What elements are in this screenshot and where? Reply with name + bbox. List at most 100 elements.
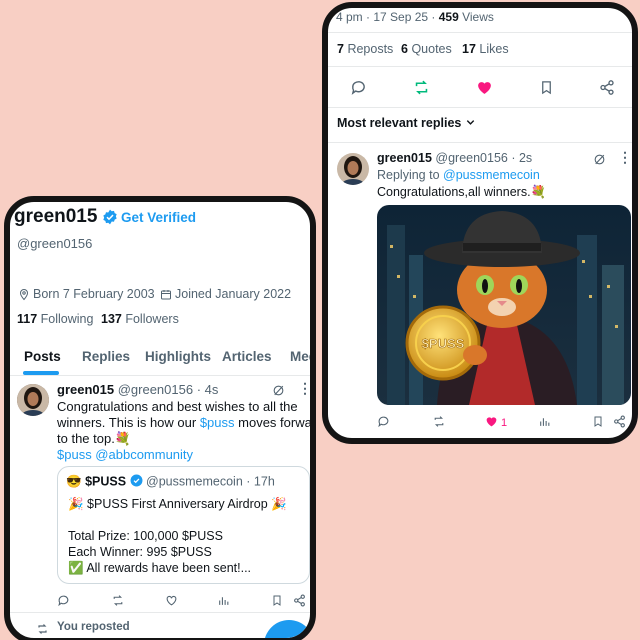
views-button[interactable] — [217, 594, 230, 610]
post-text: Congratulations and best wishes to all t… — [57, 399, 316, 463]
quoted-text-line: 🎉 $PUSS First Anniversary Airdrop 🎉 — [68, 497, 287, 511]
post-text-line: Congratulations and best wishes to all t… — [57, 399, 298, 414]
reposts-count: 7 — [337, 42, 344, 56]
actions-divider — [328, 107, 632, 108]
left-phone-screen: green015 Get Verified @green0156 Born 7 … — [4, 196, 316, 640]
tab-posts[interactable]: Posts — [24, 349, 61, 364]
repost-icon[interactable] — [432, 415, 446, 433]
reply-header: green015 @green0156 · 2s — [377, 151, 532, 165]
sort-label: Most relevant replies — [337, 116, 462, 130]
reply-icon[interactable] — [350, 79, 367, 101]
post-author-handle[interactable]: @green0156 — [118, 382, 193, 397]
share-button[interactable] — [293, 594, 306, 610]
heart-icon — [485, 415, 498, 431]
quotes-stat[interactable]: 6 Quotes — [401, 42, 452, 56]
get-verified-link[interactable]: Get Verified — [121, 210, 196, 225]
post-text-fragment: moves forward — [234, 415, 316, 430]
post-text-line: winners. This is how our $puss moves for… — [57, 415, 316, 431]
analytics-icon[interactable] — [538, 415, 551, 433]
location-pin-icon — [18, 288, 30, 306]
quoted-avatar-icon: 😎 — [66, 474, 82, 489]
reply-time: · 2s — [511, 151, 533, 165]
post-text-line: to the top.💐 — [57, 431, 132, 446]
likes-label: Likes — [479, 42, 509, 56]
quoted-text-line: ✅ All rewards have been sent!... — [68, 561, 252, 575]
post-timestamp: 4 pm · 17 Sep 25 · — [336, 10, 439, 24]
post-header: green015 @green0156 · 4s — [57, 382, 218, 397]
quotes-count: 6 — [401, 42, 408, 56]
reply-author-handle[interactable]: @green0156 — [435, 151, 507, 165]
reply-icon — [57, 594, 70, 610]
you-reposted-label: You reposted — [57, 621, 130, 633]
followers-link[interactable]: 137 Followers — [101, 312, 179, 326]
quoted-post[interactable]: 😎 $PUSS @pussmemecoin · 17h 🎉 $PUSS Firs… — [57, 466, 310, 584]
like-count: 1 — [501, 417, 508, 429]
likes-count: 17 — [462, 42, 476, 56]
bookmark-icon[interactable] — [539, 79, 554, 101]
bookmark-button[interactable] — [271, 594, 283, 610]
post-author-name[interactable]: green015 — [57, 382, 114, 397]
views-count: 459 — [438, 10, 459, 24]
reposts-stat[interactable]: 7 Reposts — [337, 42, 393, 56]
repost-icon[interactable] — [412, 79, 431, 101]
post-text-fragment: winners. This is how our — [57, 415, 200, 430]
heart-icon — [165, 594, 178, 610]
analytics-icon — [217, 594, 230, 610]
calendar-icon — [160, 288, 172, 306]
compose-fab-button[interactable] — [264, 620, 310, 638]
share-icon[interactable] — [599, 79, 615, 101]
reply-button[interactable] — [57, 594, 70, 610]
cashtag-link[interactable]: $puss — [200, 415, 235, 430]
tabs-divider — [10, 375, 310, 376]
share-icon[interactable] — [613, 415, 626, 433]
replying-to-label: Replying to — [377, 168, 444, 182]
post-divider — [10, 612, 310, 613]
verified-badge-icon — [130, 474, 143, 490]
following-link[interactable]: 117 Following — [17, 312, 93, 326]
repost-button[interactable] — [111, 594, 125, 610]
quoted-post-header: 😎 $PUSS @pussmemecoin · 17h — [66, 474, 275, 490]
views-label: Views — [458, 10, 494, 24]
bookmark-icon[interactable] — [592, 415, 604, 433]
quoted-author-handle: @pussmemecoin — [146, 474, 243, 489]
heart-icon[interactable] — [476, 79, 493, 101]
reply-image[interactable]: $PUSS — [377, 205, 631, 405]
born-date: Born 7 February 2003 — [33, 287, 155, 301]
avatar[interactable] — [17, 384, 49, 416]
reply-icon[interactable] — [377, 415, 390, 433]
like-button[interactable] — [165, 594, 178, 610]
post-tags-link[interactable]: $puss @abbcommunity — [57, 447, 310, 463]
sort-divider — [328, 142, 632, 143]
grok-icon[interactable] — [593, 153, 606, 171]
tab-replies[interactable]: Replies — [82, 349, 130, 364]
profile-handle: @green0156 — [17, 236, 93, 251]
followers-label: Followers — [125, 312, 179, 326]
tab-articles[interactable]: Articles — [222, 349, 272, 364]
tab-media[interactable]: Med — [290, 349, 310, 364]
replying-to-handle-link[interactable]: @pussmemecoin — [443, 168, 540, 182]
profile-name: green015 — [14, 206, 98, 227]
tab-highlights[interactable]: Highlights — [145, 349, 211, 364]
coin-label: $PUSS — [422, 336, 465, 351]
chevron-down-icon — [465, 117, 476, 131]
more-options-icon[interactable]: ⋮ — [618, 149, 632, 166]
replying-to: Replying to @pussmemecoin — [377, 168, 540, 182]
repost-indicator-icon — [36, 622, 49, 638]
avatar[interactable] — [337, 153, 369, 185]
post-meta: 4 pm · 17 Sep 25 · 459 Views — [336, 10, 494, 24]
like-button[interactable]: 1 — [485, 415, 507, 431]
following-count: 117 — [17, 312, 38, 326]
following-label: Following — [40, 312, 94, 326]
quoted-post-time: · 17h — [246, 474, 275, 489]
reposts-label: Reposts — [347, 42, 394, 56]
right-phone-screen: 4 pm · 17 Sep 25 · 459 Views 7 Reposts 6… — [322, 2, 638, 444]
sort-replies-dropdown[interactable]: Most relevant replies — [337, 116, 476, 131]
followers-count: 137 — [101, 312, 122, 326]
post-time: · 4s — [196, 382, 219, 397]
share-icon — [293, 594, 306, 610]
stats-divider — [328, 66, 632, 67]
joined-date: Joined January 2022 — [175, 287, 292, 301]
more-options-icon[interactable]: ⋮ — [298, 380, 310, 397]
reply-author-name[interactable]: green015 — [377, 151, 432, 165]
likes-stat[interactable]: 17 Likes — [462, 42, 509, 56]
